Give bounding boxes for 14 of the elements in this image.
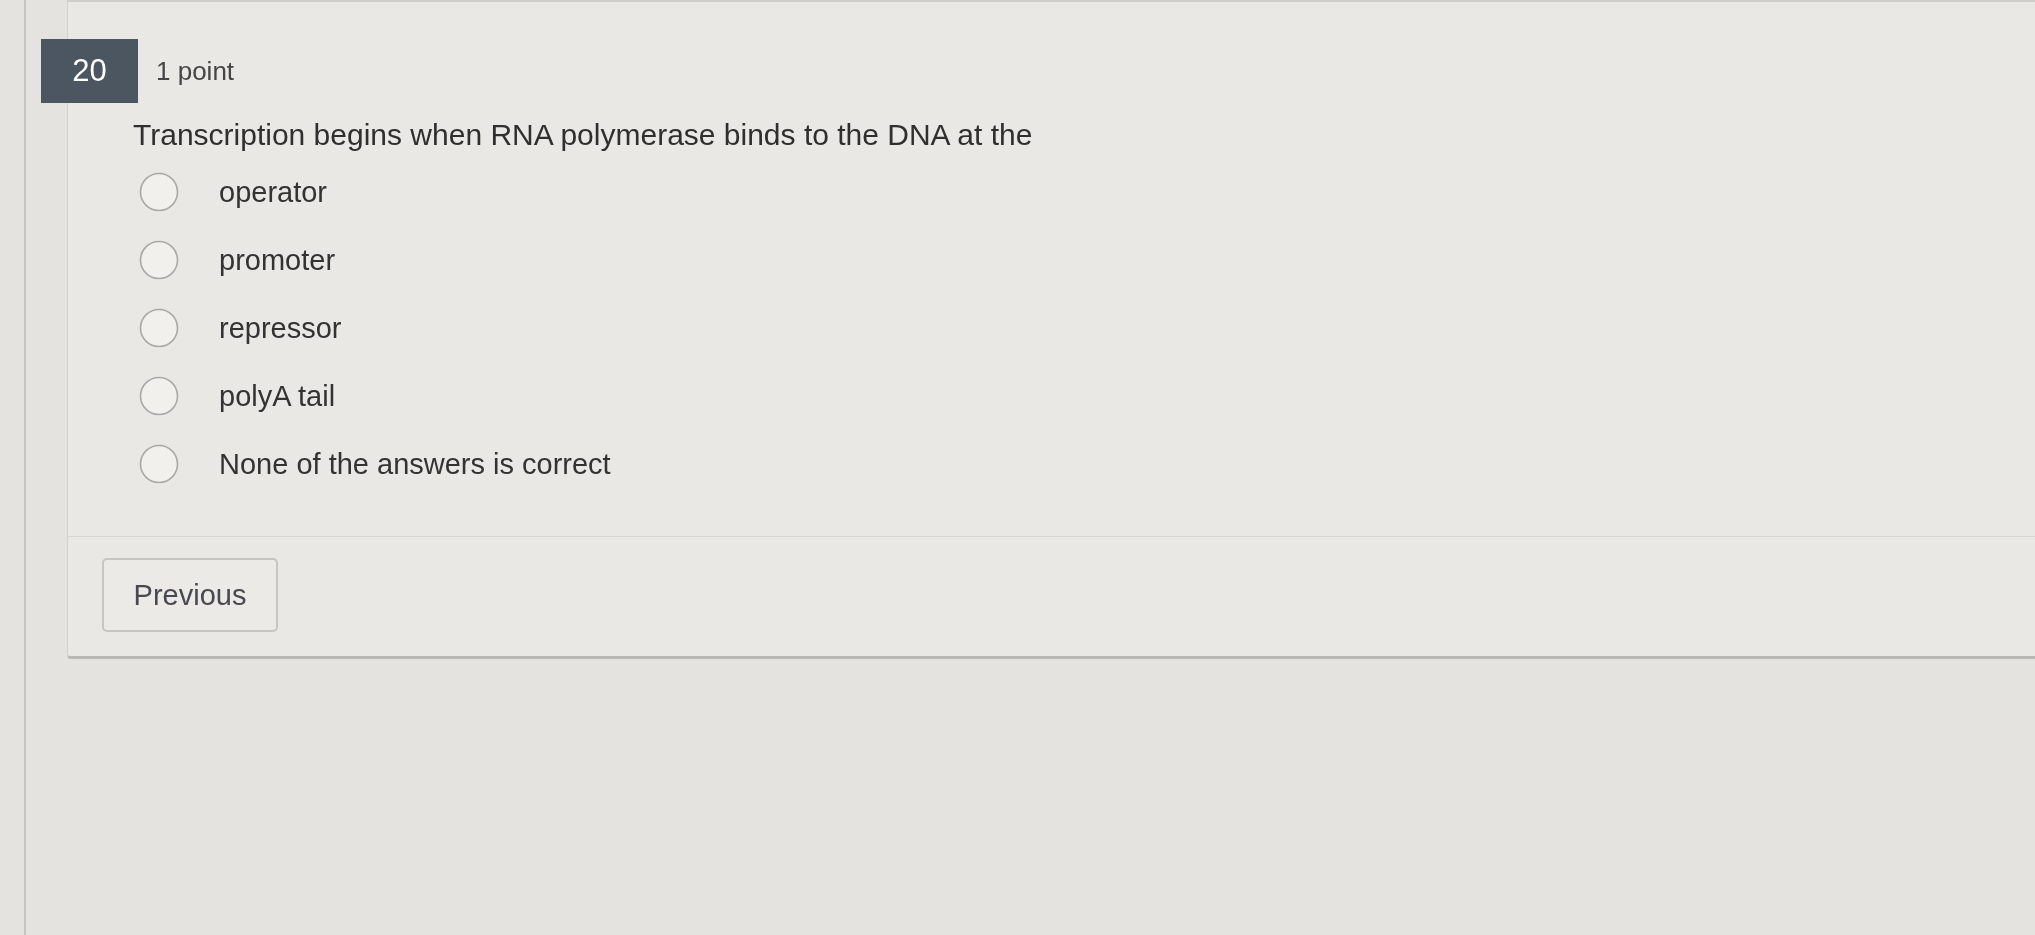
answer-option[interactable]: operator xyxy=(139,158,327,226)
radio-button[interactable] xyxy=(139,240,179,280)
radio-button[interactable] xyxy=(139,376,179,416)
previous-button[interactable]: Previous xyxy=(102,558,278,632)
answer-option[interactable]: None of the answers is correct xyxy=(139,430,611,498)
radio-button[interactable] xyxy=(139,444,179,484)
answer-option[interactable]: polyA tail xyxy=(139,362,336,430)
question-number: 20 xyxy=(41,39,138,103)
radio-button[interactable] xyxy=(139,308,179,348)
radio-button[interactable] xyxy=(139,172,179,212)
answer-option[interactable]: repressor xyxy=(139,294,342,362)
points-label: 1 point xyxy=(156,55,235,87)
question-text: Transcription begins when RNA polymerase binds to the DNA at the xyxy=(133,117,1033,153)
answer-option[interactable]: promoter xyxy=(139,226,336,294)
